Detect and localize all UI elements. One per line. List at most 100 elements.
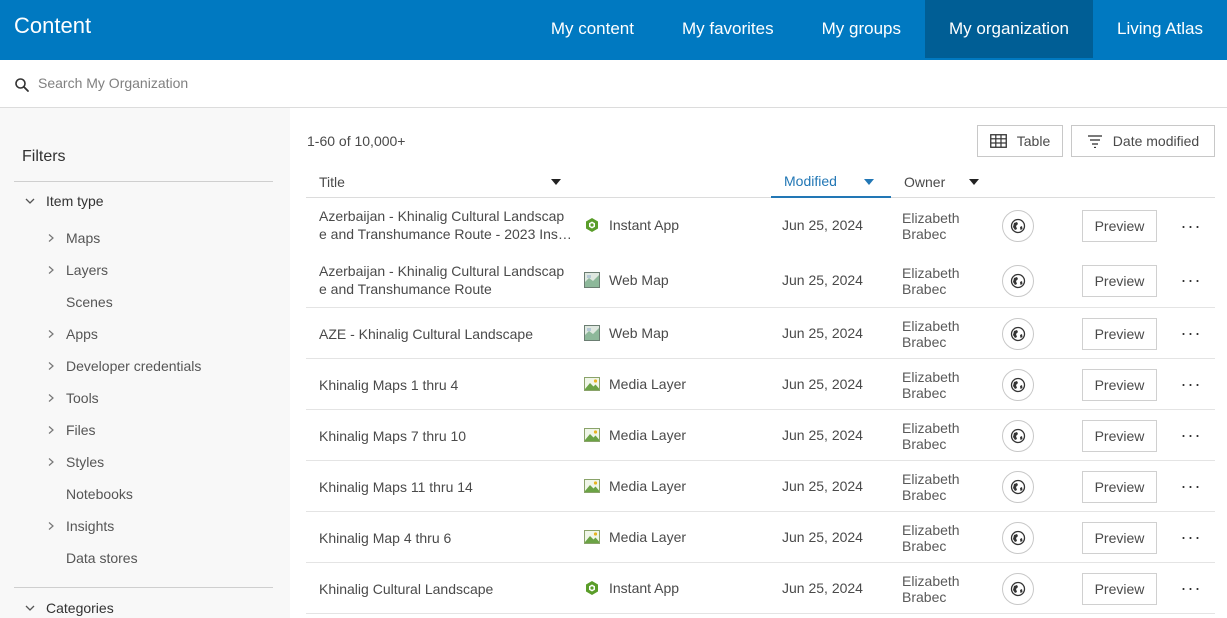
more-options-button[interactable]: ···: [1180, 578, 1202, 600]
filter-scenes[interactable]: Scenes: [46, 291, 113, 313]
owner-last-name: Brabec: [902, 333, 947, 350]
sharing-status-button[interactable]: [1002, 419, 1034, 452]
filter-label: Notebooks: [66, 486, 133, 502]
item-title-line: Khinalig Cultural Landscape: [319, 580, 494, 597]
filters-title: Filters: [22, 148, 66, 165]
sharing-status-button[interactable]: [1002, 368, 1034, 401]
ellipsis-icon: ···: [1180, 374, 1202, 394]
item-type: Instant App: [584, 217, 679, 233]
filter-label: Styles: [66, 454, 105, 470]
preview-button[interactable]: Preview: [1082, 572, 1157, 605]
preview-button[interactable]: Preview: [1082, 317, 1157, 350]
item-title-link[interactable]: Khinalig Map 4 thru 6: [319, 529, 579, 547]
view-toggle-button[interactable]: Table: [977, 125, 1063, 157]
item-title-line: Azerbaijan - Khinalig Cultural Landscap: [319, 208, 565, 224]
preview-button[interactable]: Preview: [1082, 470, 1157, 503]
search-icon: [15, 78, 29, 92]
item-modified-date: Jun 25, 2024: [782, 528, 863, 545]
column-header-title[interactable]: Title: [319, 165, 569, 198]
instant-app-icon: [586, 580, 598, 595]
column-header-modified[interactable]: Modified: [771, 165, 891, 198]
item-title-link[interactable]: AZE - Khinalig Cultural Landscape: [319, 325, 579, 343]
tab-my-groups[interactable]: My groups: [798, 0, 925, 58]
table-row[interactable]: Khinalig Cultural Landscape Instant App Ju…: [306, 563, 1215, 614]
more-options-button[interactable]: ···: [1180, 323, 1202, 345]
view-toggle-label: Table: [1016, 133, 1051, 149]
item-type: Media Layer: [584, 376, 686, 392]
media-layer-icon: [584, 478, 600, 493]
more-options-button[interactable]: ···: [1180, 527, 1202, 549]
more-options-button[interactable]: ···: [1180, 270, 1202, 292]
table-row[interactable]: Azerbaijan - Khinalig Cultural Landscap e…: [306, 198, 1215, 254]
preview-button[interactable]: Preview: [1082, 521, 1157, 554]
preview-button[interactable]: Preview: [1082, 368, 1157, 401]
sharing-status-button[interactable]: [1002, 572, 1034, 605]
tab-my-organization[interactable]: My organization: [924, 0, 1093, 58]
more-options-button[interactable]: ···: [1180, 215, 1202, 237]
filter-label: Insights: [66, 518, 115, 534]
ellipsis-icon: ···: [1180, 527, 1202, 547]
owner-first-name: Elizabeth: [902, 264, 960, 281]
filter-data-stores[interactable]: Data stores: [46, 547, 138, 569]
filter-maps[interactable]: Maps: [46, 227, 100, 249]
filter-insights[interactable]: Insights: [46, 515, 114, 537]
tab-living-atlas[interactable]: Living Atlas: [1093, 0, 1227, 58]
item-type: Media Layer: [584, 478, 686, 494]
filter-styles[interactable]: Styles: [46, 451, 104, 473]
filter-apps[interactable]: Apps: [46, 323, 98, 345]
item-title-link[interactable]: Khinalig Maps 11 thru 14: [319, 478, 579, 496]
owner-first-name: Elizabeth: [902, 572, 960, 589]
item-title-link[interactable]: Azerbaijan - Khinalig Cultural Landscap e…: [319, 262, 579, 298]
globe-icon: [1010, 479, 1026, 494]
item-title-line: e and Transhumance Route: [319, 280, 492, 297]
filter-tools[interactable]: Tools: [46, 387, 99, 409]
sharing-status-button[interactable]: [1002, 317, 1034, 350]
item-title-link[interactable]: Khinalig Cultural Landscape: [319, 580, 579, 598]
item-type-group-toggle[interactable]: Item type: [24, 193, 104, 209]
more-options-button[interactable]: ···: [1180, 374, 1202, 396]
filter-notebooks[interactable]: Notebooks: [46, 483, 133, 505]
item-type-label: Media Layer: [609, 528, 687, 545]
table-header: Title Modified Owner: [306, 165, 1215, 198]
sharing-status-button[interactable]: [1002, 264, 1034, 297]
tab-my-favorites[interactable]: My favorites: [658, 0, 798, 58]
owner-last-name: Brabec: [902, 486, 947, 503]
item-modified-date: Jun 25, 2024: [782, 426, 863, 443]
chevron-right-icon: [48, 330, 54, 338]
more-options-button[interactable]: ···: [1180, 476, 1202, 498]
search-input[interactable]: [38, 70, 638, 96]
preview-button[interactable]: Preview: [1082, 419, 1157, 452]
table-row[interactable]: Khinalig Maps 11 thru 14 Media Layer Jun 2…: [306, 461, 1215, 512]
owner-first-name: Elizabeth: [902, 368, 960, 385]
globe-icon: [1010, 218, 1026, 234]
more-options-button[interactable]: ···: [1180, 425, 1202, 447]
column-header-owner[interactable]: Owner: [904, 165, 994, 198]
preview-button[interactable]: Preview: [1082, 264, 1157, 297]
caret-down-icon: [864, 179, 874, 185]
table-row[interactable]: Azerbaijan - Khinalig Cultural Landscap e…: [306, 253, 1215, 308]
item-title-link[interactable]: Azerbaijan - Khinalig Cultural Landscap e…: [319, 207, 579, 243]
filter-layers[interactable]: Layers: [46, 259, 108, 281]
item-title-link[interactable]: Khinalig Maps 7 thru 10: [319, 427, 579, 445]
tab-my-content[interactable]: My content: [527, 0, 658, 58]
column-owner-label: Owner: [904, 173, 946, 190]
sharing-status-button[interactable]: [1002, 470, 1034, 503]
app-title: Content: [14, 13, 92, 38]
sharing-status-button[interactable]: [1002, 521, 1034, 554]
preview-button[interactable]: Preview: [1082, 210, 1157, 242]
table-row[interactable]: Khinalig Maps 7 thru 10 Media Layer Jun 25…: [306, 410, 1215, 461]
item-title-link[interactable]: Khinalig Maps 1 thru 4: [319, 376, 579, 394]
column-title-label: Title: [319, 173, 345, 190]
table-row[interactable]: Khinalig Maps 1 thru 4 Media Layer Jun 25,…: [306, 359, 1215, 410]
filter-files[interactable]: Files: [46, 419, 96, 441]
item-title-line: Azerbaijan - Khinalig Cultural Landscap: [319, 262, 565, 279]
item-modified-date: Jun 25, 2024: [782, 271, 863, 288]
ellipsis-icon: ···: [1180, 578, 1202, 598]
filter-developer-credentials[interactable]: Developer credentials: [46, 355, 201, 377]
sort-button[interactable]: Date modified: [1071, 125, 1215, 157]
table-row[interactable]: Khinalig Map 4 thru 6 Media Layer Jun 25, …: [306, 512, 1215, 563]
categories-group-toggle[interactable]: Categories: [24, 600, 114, 616]
sharing-status-button[interactable]: [1002, 210, 1034, 242]
table-row[interactable]: AZE - Khinalig Cultural Landscape Web Map…: [306, 308, 1215, 359]
chevron-right-icon: [48, 266, 54, 274]
